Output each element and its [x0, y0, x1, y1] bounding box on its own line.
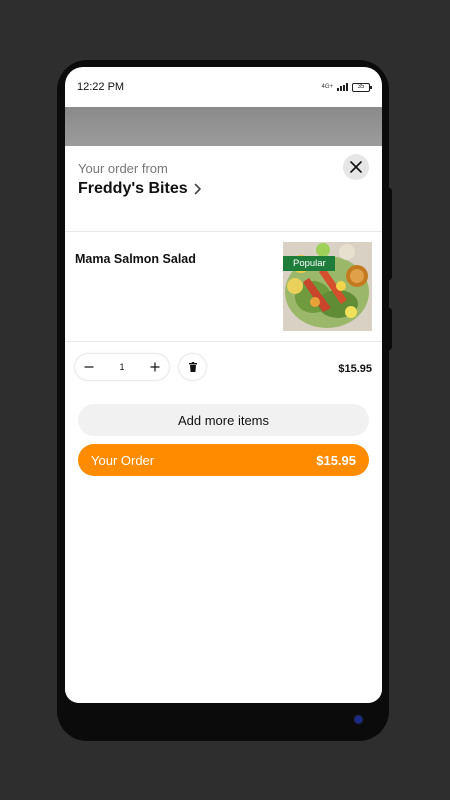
item-price: $15.95 — [338, 363, 372, 375]
battery-icon: 35 — [352, 82, 372, 92]
popular-badge: Popular — [283, 256, 335, 271]
camera-dot — [355, 716, 362, 723]
your-order-total: $15.95 — [316, 452, 356, 468]
status-bar: 12:22 PM 4G+ 35 — [65, 67, 382, 107]
decrease-button[interactable] — [82, 360, 96, 374]
your-order-button[interactable]: Your Order $15.95 — [78, 444, 369, 476]
restaurant-name: Freddy's Bites — [78, 180, 188, 197]
item-name: Mama Salmon Salad — [75, 252, 196, 266]
quantity-value: 1 — [119, 362, 125, 372]
quantity-stepper: 1 — [75, 354, 169, 380]
status-time: 12:22 PM — [77, 81, 125, 93]
trash-icon — [188, 362, 197, 372]
plus-icon — [150, 362, 160, 372]
your-order-label: Your Order — [91, 452, 155, 468]
chevron-right-icon — [194, 183, 201, 195]
dimmed-background[interactable] — [65, 107, 382, 146]
divider — [65, 341, 382, 342]
close-button[interactable] — [343, 154, 369, 180]
divider — [65, 231, 382, 232]
power-button — [386, 308, 392, 350]
minus-icon — [84, 366, 94, 368]
delete-item-button[interactable] — [179, 354, 206, 380]
signal-icon — [337, 83, 348, 91]
restaurant-link[interactable]: Freddy's Bites — [78, 180, 202, 198]
add-more-items-button[interactable]: Add more items — [78, 404, 369, 436]
volume-button — [386, 188, 392, 280]
order-sheet: Your order from Freddy's Bites Mama Salm… — [65, 146, 382, 703]
increase-button[interactable] — [148, 360, 162, 374]
status-icons: 4G+ 35 — [321, 82, 372, 92]
close-icon — [350, 161, 362, 173]
screen: 12:22 PM 4G+ 35 Your order from Freddy's… — [65, 67, 382, 703]
order-from-label: Your order from — [78, 161, 168, 176]
item-photo[interactable]: Popular — [283, 242, 372, 331]
network-type: 4G+ — [321, 84, 333, 90]
